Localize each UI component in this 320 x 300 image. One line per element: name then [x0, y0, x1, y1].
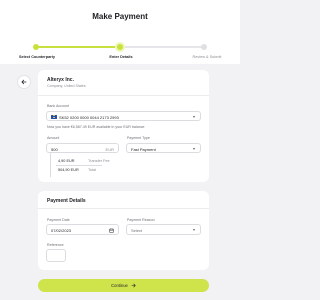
payment-details-title: Payment Details: [47, 198, 86, 204]
payee-type-location: Company, United States: [47, 84, 86, 88]
divider: [38, 95, 209, 96]
eu-flag-icon: [51, 114, 57, 119]
transfer-card: Alteryx Inc. Company, United States Bank…: [38, 70, 209, 182]
chevron-down-icon: [192, 116, 196, 118]
bank-account-label: Bank Account: [47, 104, 69, 108]
payment-date-label: Payment Date: [47, 218, 70, 222]
step-dot-select-counterparty: [33, 43, 39, 50]
progress-stepper: Select Counterparty Enter Details Review…: [0, 38, 240, 64]
continue-button-label: Continue: [111, 283, 128, 288]
total-value: 504,90 EUR: [58, 168, 79, 172]
calculation-divider: [56, 165, 102, 166]
back-button[interactable]: [17, 75, 31, 89]
arrow-left-icon: [21, 79, 27, 85]
payment-type-label: Payment Type: [127, 136, 150, 140]
payment-reason-value: Select: [131, 228, 143, 233]
step-label-select-counterparty[interactable]: Select Counterparty: [19, 55, 55, 59]
stepper-line-pending: [120, 46, 204, 48]
step-label-enter-details[interactable]: Enter Details: [109, 55, 132, 59]
bank-account-value: SK52 0200 0000 0044 2173 2993: [59, 114, 119, 120]
balance-note: Now you have €6,587.49 EUR available in …: [47, 125, 145, 129]
calculation-connector-line: [50, 153, 51, 177]
payment-reason-select[interactable]: Select: [126, 224, 201, 235]
transfer-fee-value: 4,90 EUR: [58, 159, 75, 163]
stepper-line-completed: [36, 46, 120, 48]
payment-type-select[interactable]: Fast Payment: [126, 143, 201, 153]
reference-input[interactable]: [46, 249, 66, 262]
payment-date-input[interactable]: 07/02/2023: [46, 224, 119, 235]
step-label-review-submit[interactable]: Review & Submit: [193, 55, 222, 59]
payee-name: Alteryx Inc.: [47, 77, 74, 83]
total-label: Total: [88, 168, 97, 172]
amount-input[interactable]: 500 EUR: [46, 143, 119, 153]
payment-date-value: 07/02/2023: [51, 228, 72, 233]
bank-account-select[interactable]: SK52 0200 0000 0044 2173 2993: [46, 111, 201, 121]
amount-currency: EUR: [105, 146, 114, 152]
step-dot-review-submit: [201, 43, 207, 50]
continue-button[interactable]: Continue: [38, 279, 209, 292]
chevron-down-icon: [192, 148, 196, 150]
step-dot-enter-details: [117, 43, 123, 50]
arrow-right-icon: [131, 283, 136, 288]
payment-reason-label: Payment Reason: [127, 218, 155, 222]
chevron-down-icon: [192, 229, 196, 231]
amount-value: 500: [51, 146, 58, 152]
payment-details-card: Payment Details Payment Date 07/02/2023 …: [38, 191, 209, 270]
payment-type-value: Fast Payment: [131, 146, 156, 152]
reference-label: Reference: [47, 243, 64, 247]
amount-label: Amount: [47, 136, 60, 140]
divider: [38, 208, 209, 209]
transfer-fee-label: Transfer Fee: [88, 159, 110, 163]
calendar-icon[interactable]: [109, 228, 114, 233]
page-title: Make Payment: [92, 12, 148, 21]
page-header: Make Payment: [0, 0, 240, 38]
